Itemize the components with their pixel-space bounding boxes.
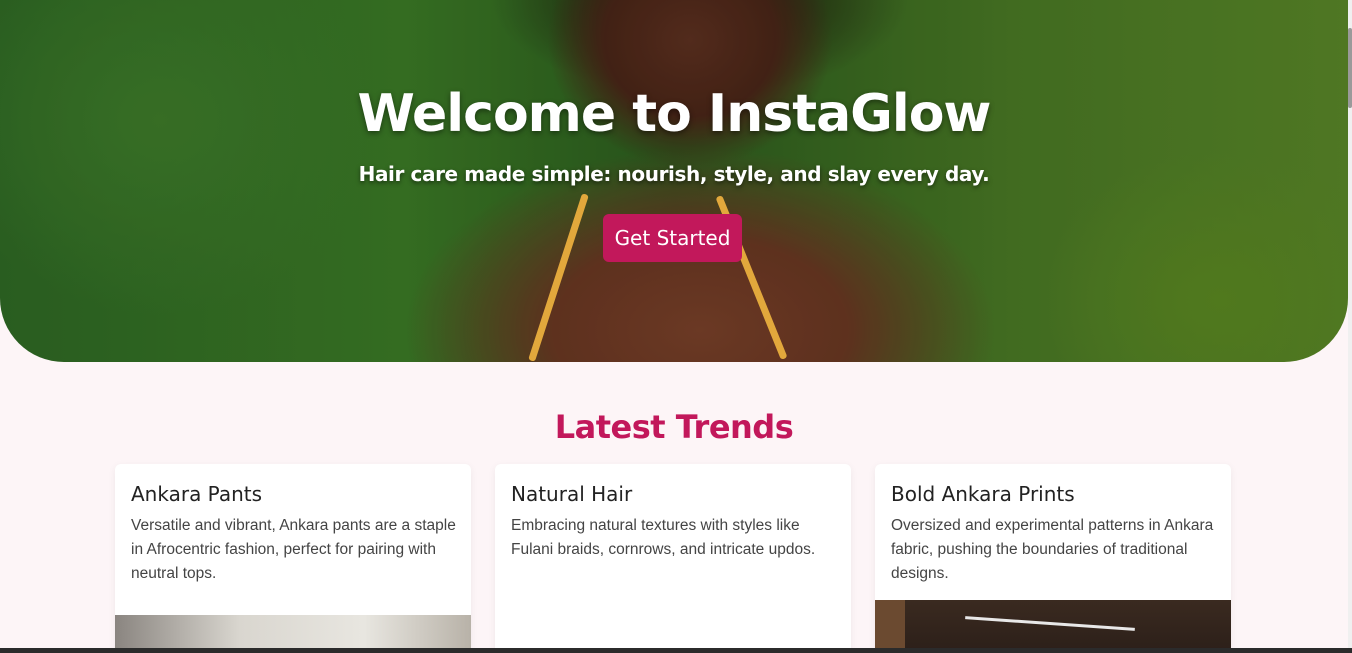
get-started-button[interactable]: Get Started xyxy=(603,214,742,262)
trend-card-natural-hair[interactable]: Natural Hair Embracing natural textures … xyxy=(495,464,851,653)
trend-card-title: Bold Ankara Prints xyxy=(891,482,1075,506)
trend-card-title: Ankara Pants xyxy=(131,482,263,506)
page-scrollbar[interactable] xyxy=(1348,0,1352,653)
trend-card-description: Embracing natural textures with styles l… xyxy=(511,517,816,558)
trend-card-image xyxy=(875,600,1231,653)
hero-title: Welcome to InstaGlow xyxy=(357,84,992,144)
trend-card-description: Versatile and vibrant, Ankara pants are … xyxy=(131,517,456,582)
hero-subtitle: Hair care made simple: nourish, style, a… xyxy=(358,162,990,186)
trend-card-ankara-pants[interactable]: Ankara Pants Versatile and vibrant, Anka… xyxy=(115,464,471,653)
scrollbar-thumb[interactable] xyxy=(1348,28,1352,108)
trend-card-bold-ankara-prints[interactable]: Bold Ankara Prints Oversized and experim… xyxy=(875,464,1231,653)
trend-card-description: Oversized and experimental patterns in A… xyxy=(891,517,1214,582)
trend-card-title: Natural Hair xyxy=(511,482,633,506)
os-taskbar xyxy=(0,648,1352,653)
latest-trends-heading: Latest Trends xyxy=(554,408,794,446)
hero-banner: Welcome to InstaGlow Hair care made simp… xyxy=(0,0,1348,362)
